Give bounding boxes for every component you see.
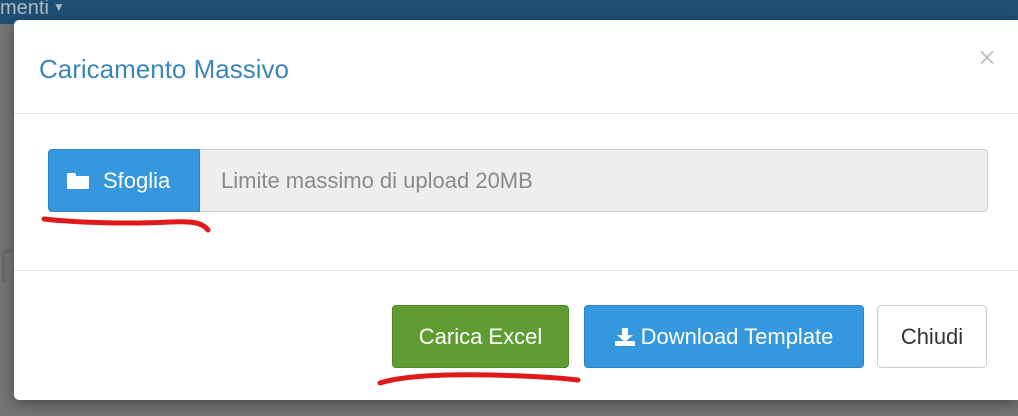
modal-body: Sfoglia [14,114,1018,271]
modal-title: Caricamento Massivo [39,54,289,84]
browse-button[interactable]: Sfoglia [48,149,200,212]
background-left-strip [0,24,15,416]
background-bottom-strip [0,400,1018,416]
file-input-group: Sfoglia [48,149,988,212]
download-template-label: Download Template [640,324,834,349]
browse-button-label: Sfoglia [103,168,171,193]
caret-down-icon: ▼ [52,0,65,14]
close-icon[interactable]: × [974,42,1000,72]
modal-footer: Carica Excel Download Template Chiudi [14,271,1018,400]
download-template-button[interactable]: Download Template [584,305,864,368]
background-navbar-menu: menti ▼ [0,0,65,20]
close-button[interactable]: Chiudi [877,305,987,368]
download-icon [614,328,635,346]
folder-open-icon [67,173,89,189]
file-path-input[interactable] [200,149,988,212]
upload-excel-button[interactable]: Carica Excel [392,305,569,368]
bulk-upload-modal: Caricamento Massivo × Sfoglia Carica Exc… [14,20,1018,400]
modal-header: Caricamento Massivo × [14,20,1018,114]
background-navbar-label: menti [0,0,49,19]
